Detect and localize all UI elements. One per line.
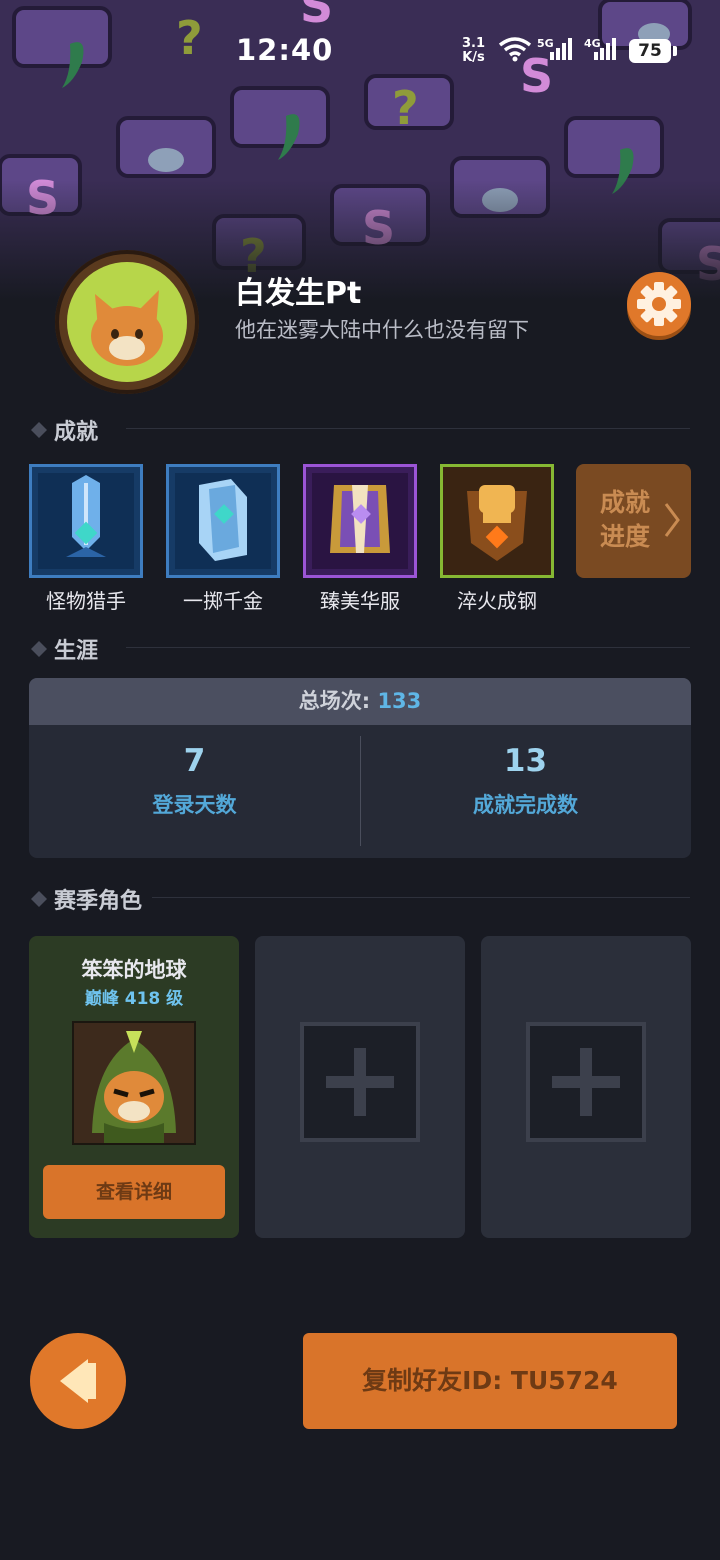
signal-sim1-icon (550, 38, 572, 60)
character-name: 笨笨的地球 (81, 958, 187, 982)
stat-value: 13 (503, 743, 548, 779)
achievement-badge-big-spender[interactable]: 一掷千金 (166, 464, 280, 614)
gear-icon (637, 282, 681, 326)
achievement-badge-monster-hunter[interactable]: 怪物猎手 (29, 464, 143, 614)
achievement-label: 淬火成钢 (457, 589, 537, 613)
season-character-card: 笨笨的地球 巅峰 418 级 查看详细 (29, 936, 239, 1238)
section-title: 成就 (54, 420, 99, 445)
fist-badge-icon (449, 473, 545, 569)
total-matches: 总场次: 133 (29, 678, 691, 725)
achievement-label: 臻美华服 (320, 589, 400, 613)
stat-label: 成就完成数 (473, 793, 578, 817)
badge-frame (29, 464, 143, 578)
view-details-button[interactable]: 查看详细 (43, 1165, 225, 1219)
add-character-slot[interactable] (526, 1022, 646, 1142)
battery-indicator: 75 (629, 39, 671, 63)
shield-badge-icon (38, 473, 134, 569)
stat-label: 登录天数 (152, 793, 237, 817)
chevron-right-icon (664, 503, 680, 537)
stat-achievements-completed: 13 成就完成数 (360, 725, 691, 858)
fox-avatar-icon (61, 256, 193, 388)
badge-frame (440, 464, 554, 578)
clock: 12:40 (236, 33, 334, 67)
section-header-career: 生涯 (30, 633, 690, 664)
badge-frame (166, 464, 280, 578)
achievement-badge-tempered-steel[interactable]: 淬火成钢 (440, 464, 554, 614)
copy-friend-id-button[interactable]: 复制好友ID: TU5724 (303, 1333, 677, 1429)
network-speed: 3.1 K/s (462, 36, 486, 65)
career-stats-panel: 总场次: 133 7 登录天数 13 成就完成数 (29, 678, 691, 858)
character-portrait (72, 1021, 196, 1145)
outfit-badge-icon (312, 473, 408, 569)
avatar[interactable] (55, 250, 199, 394)
battery-tip (673, 46, 677, 56)
diamond-icon (31, 422, 47, 438)
player-bio: 他在迷雾大陆中什么也没有留下 (235, 318, 529, 342)
settings-button[interactable] (627, 272, 691, 336)
achievement-progress-label: 成就 进度 (600, 488, 651, 551)
section-header-season-characters: 赛季角色 (30, 883, 690, 914)
stat-value: 7 (183, 743, 206, 779)
section-title: 赛季角色 (54, 889, 143, 914)
section-divider (126, 428, 690, 429)
badge-frame (303, 464, 417, 578)
card-badge-icon (175, 473, 271, 569)
diamond-icon (31, 641, 47, 657)
section-title: 生涯 (54, 639, 99, 664)
section-divider (152, 897, 690, 898)
plus-icon (552, 1048, 620, 1116)
player-profile-screen: ? ? ? S S S S S 12:40 3.1 K/s (0, 0, 720, 1560)
stat-login-days: 7 登录天数 (29, 725, 360, 858)
season-character-empty-slot-2[interactable] (481, 936, 691, 1238)
achievement-badge-fancy-outfit[interactable]: 臻美华服 (303, 464, 417, 614)
status-bar: 12:40 3.1 K/s 5G 4G 75 (0, 0, 720, 100)
achievement-progress-button[interactable]: 成就 进度 (576, 464, 691, 578)
signal-sim2-icon (594, 38, 616, 60)
section-divider (126, 647, 690, 648)
plus-icon (326, 1048, 394, 1116)
hooded-fox-portrait-icon (74, 1023, 194, 1143)
diamond-icon (31, 891, 47, 907)
back-button[interactable] (30, 1333, 126, 1429)
achievement-label: 怪物猎手 (46, 589, 126, 613)
achievement-label: 一掷千金 (183, 589, 263, 613)
season-character-empty-slot-1[interactable] (255, 936, 465, 1238)
player-name: 白发生Pt (235, 276, 362, 311)
section-header-achievements: 成就 (30, 414, 690, 445)
back-arrow-icon (60, 1359, 96, 1403)
character-level: 巅峰 418 级 (84, 989, 184, 1009)
add-character-slot[interactable] (300, 1022, 420, 1142)
wifi-icon (498, 37, 532, 62)
